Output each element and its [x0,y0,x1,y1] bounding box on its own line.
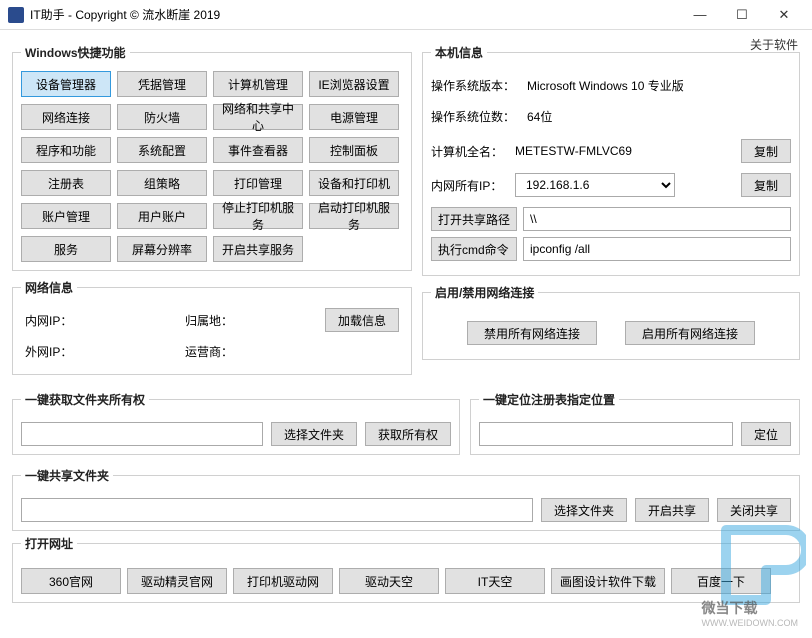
shortcut-button[interactable]: 网络和共享中心 [213,104,303,130]
locate-button[interactable]: 定位 [741,422,791,446]
open-share-path-button[interactable]: 打开共享路径 [431,207,517,231]
nettoggle-legend: 启用/禁用网络连接 [431,284,538,301]
url-button[interactable]: 驱动天空 [339,568,439,594]
netinfo-legend: 网络信息 [21,279,77,296]
shortcut-button[interactable]: IE浏览器设置 [309,71,399,97]
sharefolder-panel: 一键共享文件夹 选择文件夹 开启共享 关闭共享 [12,467,800,531]
outer-ip-value [89,343,185,360]
os-bit-value: 64位 [527,108,552,125]
os-version-label: 操作系统版本： [431,77,521,94]
window-title: IT助手 - Copyright © 流水断崖 2019 [30,6,688,23]
reglocate-panel: 一键定位注册表指定位置 定位 [470,391,800,455]
shortcut-button[interactable]: 防火墙 [117,104,207,130]
shortcuts-legend: Windows快捷功能 [21,44,130,61]
load-info-button[interactable]: 加载信息 [325,308,399,332]
shortcut-button[interactable]: 控制面板 [309,137,399,163]
shortcut-button[interactable]: 凭据管理 [117,71,207,97]
shortcut-button[interactable]: 注册表 [21,170,111,196]
inner-ip-label: 内网IP： [25,312,89,329]
shortcut-button[interactable]: 屏幕分辨率 [117,236,207,262]
shortcut-button[interactable]: 网络连接 [21,104,111,130]
folderown-legend: 一键获取文件夹所有权 [21,391,149,408]
cmd-input[interactable] [523,237,791,261]
close-button[interactable]: ✕ [772,7,796,23]
shortcut-button[interactable]: 事件查看器 [213,137,303,163]
folderown-panel: 一键获取文件夹所有权 选择文件夹 获取所有权 [12,391,460,455]
share-path-input[interactable] [523,207,791,231]
isp-label: 运营商： [185,343,249,360]
url-button[interactable]: 驱动精灵官网 [127,568,227,594]
shortcut-button[interactable]: 电源管理 [309,104,399,130]
folderown-input[interactable] [21,422,263,446]
shortcut-button[interactable]: 设备和打印机 [309,170,399,196]
localinfo-panel: 本机信息 操作系统版本： Microsoft Windows 10 专业版 操作… [422,44,800,276]
url-button[interactable]: 360官网 [21,568,121,594]
close-share-button[interactable]: 关闭共享 [717,498,791,522]
shortcut-button[interactable]: 启动打印机服务 [309,203,399,229]
app-icon [8,7,24,23]
shortcuts-panel: Windows快捷功能 设备管理器凭据管理计算机管理IE浏览器设置网络连接防火墙… [12,44,412,271]
nettoggle-panel: 启用/禁用网络连接 禁用所有网络连接 启用所有网络连接 [422,284,800,360]
sharefolder-legend: 一键共享文件夹 [21,467,113,484]
enable-all-net-button[interactable]: 启用所有网络连接 [625,321,755,345]
localinfo-legend: 本机信息 [431,44,487,61]
isp-value [249,343,345,360]
shortcut-button[interactable]: 停止打印机服务 [213,203,303,229]
pc-name-label: 计算机全名： [431,143,509,160]
shortcut-button[interactable]: 用户账户 [117,203,207,229]
os-version-value: Microsoft Windows 10 专业版 [527,77,684,94]
shortcut-button[interactable]: 开启共享服务 [213,236,303,262]
shortcut-button[interactable]: 打印管理 [213,170,303,196]
shortcut-button[interactable]: 程序和功能 [21,137,111,163]
shortcut-button[interactable]: 计算机管理 [213,71,303,97]
share-choose-folder-button[interactable]: 选择文件夹 [541,498,627,522]
disable-all-net-button[interactable]: 禁用所有网络连接 [467,321,597,345]
os-bit-label: 操作系统位数： [431,108,521,125]
url-button[interactable]: IT天空 [445,568,545,594]
sharefolder-input[interactable] [21,498,533,522]
shortcut-button[interactable]: 组策略 [117,170,207,196]
shortcut-button[interactable]: 账户管理 [21,203,111,229]
shortcut-button[interactable]: 服务 [21,236,111,262]
shortcut-button[interactable]: 设备管理器 [21,71,111,97]
run-cmd-button[interactable]: 执行cmd命令 [431,237,517,261]
reglocate-legend: 一键定位注册表指定位置 [479,391,619,408]
outer-ip-label: 外网IP： [25,343,89,360]
pc-name-value: METESTW-FMLVC69 [515,144,735,158]
ip-label: 内网所有IP： [431,177,509,194]
shortcut-button[interactable]: 系统配置 [117,137,207,163]
reglocate-input[interactable] [479,422,733,446]
netinfo-panel: 网络信息 内网IP： 归属地： 加载信息 外网IP： 运营商： [12,279,412,375]
minimize-button[interactable]: — [688,7,712,23]
url-button[interactable]: 画图设计软件下载 [551,568,665,594]
copy-pcname-button[interactable]: 复制 [741,139,791,163]
urls-panel: 打开网址 360官网驱动精灵官网打印机驱动网驱动天空IT天空画图设计软件下载百度… [12,535,800,603]
maximize-button[interactable]: ☐ [730,7,754,23]
open-share-button[interactable]: 开启共享 [635,498,709,522]
choose-folder-button[interactable]: 选择文件夹 [271,422,357,446]
get-ownership-button[interactable]: 获取所有权 [365,422,451,446]
url-button[interactable]: 打印机驱动网 [233,568,333,594]
url-button[interactable]: 百度一下 [671,568,771,594]
urls-legend: 打开网址 [21,535,77,552]
location-label: 归属地： [185,312,249,329]
inner-ip-value [89,312,185,329]
ip-select[interactable]: 192.168.1.6 [515,173,675,197]
copy-ip-button[interactable]: 复制 [741,173,791,197]
